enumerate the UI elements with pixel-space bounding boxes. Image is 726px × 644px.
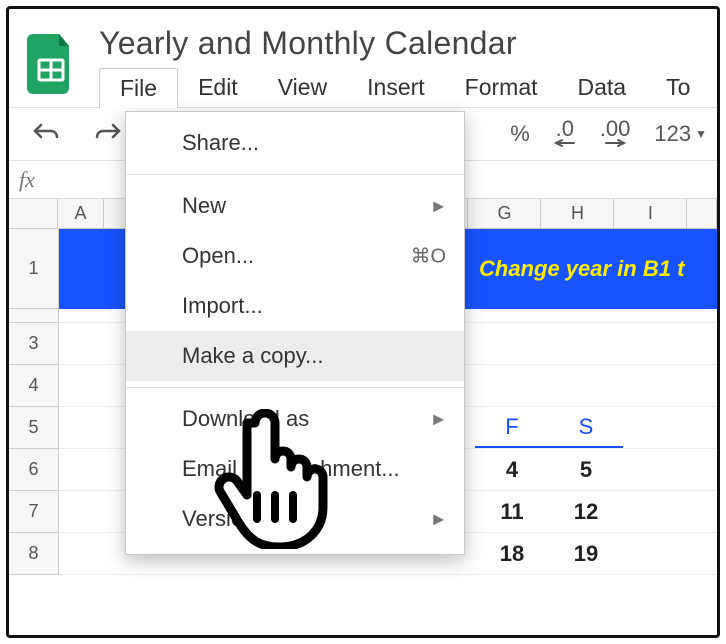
- menu-format[interactable]: Format: [445, 68, 558, 108]
- cell-S7[interactable]: 12: [549, 491, 623, 532]
- submenu-arrow-icon: ▶: [433, 511, 444, 528]
- chevron-down-icon: ▼: [695, 127, 707, 141]
- menu-import[interactable]: Import...: [126, 281, 464, 331]
- sheets-logo: [27, 29, 75, 99]
- col-head-I[interactable]: I: [614, 199, 687, 229]
- page-title[interactable]: Yearly and Monthly Calendar: [99, 23, 710, 62]
- banner-text: Change year in B1 t: [479, 256, 684, 282]
- submenu-arrow-icon: ▶: [433, 198, 444, 215]
- undo-button[interactable]: [25, 117, 67, 151]
- row-head-8[interactable]: 8: [9, 533, 59, 575]
- menu-view[interactable]: View: [258, 68, 347, 108]
- menu-edit[interactable]: Edit: [178, 68, 258, 108]
- menu-share[interactable]: Share...: [126, 118, 464, 168]
- col-head-J[interactable]: [687, 199, 717, 229]
- col-head-G[interactable]: G: [468, 199, 541, 229]
- row-head-7[interactable]: 7: [9, 491, 59, 533]
- menu-data[interactable]: Data: [558, 68, 647, 108]
- row-head-4[interactable]: 4: [9, 365, 59, 407]
- row-head-2[interactable]: [9, 309, 59, 323]
- cell-F6[interactable]: 4: [475, 449, 549, 490]
- cell-F7[interactable]: 11: [475, 491, 549, 532]
- header: Yearly and Monthly Calendar File Edit Vi…: [9, 9, 717, 108]
- menu-tools[interactable]: To: [646, 68, 710, 108]
- percent-format-button[interactable]: %: [510, 121, 530, 147]
- redo-button[interactable]: [87, 117, 129, 151]
- row-head-5[interactable]: 5: [9, 407, 59, 449]
- menubar: File Edit View Insert Format Data To: [99, 68, 710, 108]
- row-head-3[interactable]: 3: [9, 323, 59, 365]
- menu-separator: [126, 387, 464, 388]
- day-head-S: S: [549, 407, 623, 448]
- fx-label: fx: [19, 167, 35, 193]
- decrease-decimal-button[interactable]: .0: [554, 120, 576, 148]
- menu-separator: [126, 174, 464, 175]
- increase-decimal-button[interactable]: .00: [600, 120, 631, 148]
- pointer-hand-icon: [209, 409, 329, 554]
- menu-file[interactable]: File: [99, 68, 178, 108]
- col-head-A[interactable]: A: [58, 199, 103, 229]
- cell-F8[interactable]: 18: [475, 533, 549, 574]
- menu-make-a-copy[interactable]: Make a copy...: [126, 331, 464, 381]
- menu-insert[interactable]: Insert: [347, 68, 445, 108]
- cell-S8[interactable]: 19: [549, 533, 623, 574]
- menu-open[interactable]: Open... ⌘O: [126, 231, 464, 281]
- cell-S6[interactable]: 5: [549, 449, 623, 490]
- shortcut-label: ⌘O: [410, 244, 446, 269]
- day-head-F: F: [475, 407, 549, 448]
- select-all-corner[interactable]: [9, 199, 58, 229]
- row-head-1[interactable]: 1: [9, 229, 59, 309]
- submenu-arrow-icon: ▶: [433, 411, 444, 428]
- menu-new[interactable]: New ▶: [126, 181, 464, 231]
- row-head-6[interactable]: 6: [9, 449, 59, 491]
- col-head-H[interactable]: H: [541, 199, 614, 229]
- number-format-button[interactable]: 123 ▼: [654, 121, 707, 147]
- row-headers: 1 3 4 5 6 7 8: [9, 229, 59, 575]
